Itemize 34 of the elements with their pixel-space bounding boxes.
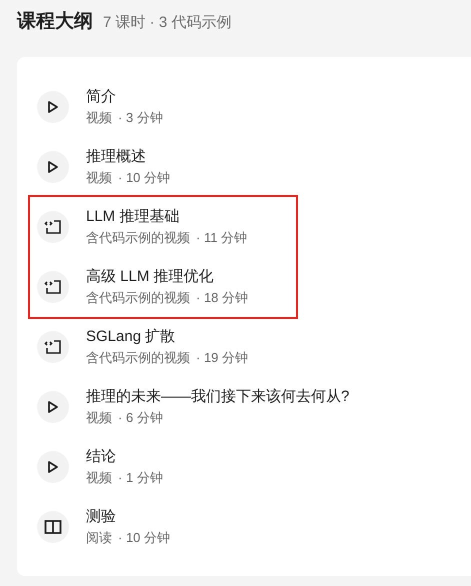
lesson-duration: · 10 分钟 bbox=[118, 529, 170, 547]
code-icon bbox=[37, 271, 69, 303]
lesson-type: 含代码示例的视频 bbox=[86, 349, 190, 367]
lesson-title[interactable]: 结论 bbox=[86, 447, 163, 466]
book-icon bbox=[37, 511, 69, 543]
lesson-type: 含代码示例的视频 bbox=[86, 229, 190, 247]
lesson-type: 含代码示例的视频 bbox=[86, 289, 190, 307]
lesson-title[interactable]: 简介 bbox=[86, 87, 163, 106]
code-icon bbox=[37, 331, 69, 363]
lesson-duration: · 18 分钟 bbox=[196, 289, 248, 307]
play-icon bbox=[37, 451, 69, 483]
lesson-duration: · 3 分钟 bbox=[118, 109, 163, 127]
lesson-title[interactable]: 测验 bbox=[86, 507, 170, 526]
lesson-title[interactable]: LLM 推理基础 bbox=[86, 207, 248, 226]
lesson-type: 视频 bbox=[86, 469, 112, 487]
play-icon bbox=[37, 151, 69, 183]
lesson-title[interactable]: 推理的未来——我们接下来该何去何从? bbox=[86, 387, 350, 406]
lesson-title[interactable]: 推理概述 bbox=[86, 147, 170, 166]
play-icon bbox=[37, 91, 69, 123]
lesson-type: 视频 bbox=[86, 169, 112, 187]
lesson-title[interactable]: SGLang 扩散 bbox=[86, 327, 248, 346]
play-icon bbox=[37, 391, 69, 423]
lesson-duration: · 11 分钟 bbox=[196, 229, 248, 247]
lesson-duration: · 1 分钟 bbox=[118, 469, 163, 487]
lesson-duration: · 19 分钟 bbox=[196, 349, 248, 367]
course-summary: 7 课时 · 3 代码示例 bbox=[103, 13, 232, 32]
lesson-type: 阅读 bbox=[86, 529, 112, 547]
lesson-title[interactable]: 高级 LLM 推理优化 bbox=[86, 267, 248, 286]
lesson-duration: · 10 分钟 bbox=[118, 169, 170, 187]
lesson-type: 视频 bbox=[86, 109, 112, 127]
section-title: 课程大纲 bbox=[17, 10, 93, 34]
code-icon bbox=[37, 211, 69, 243]
lesson-duration: · 6 分钟 bbox=[118, 409, 163, 427]
lesson-type: 视频 bbox=[86, 409, 112, 427]
